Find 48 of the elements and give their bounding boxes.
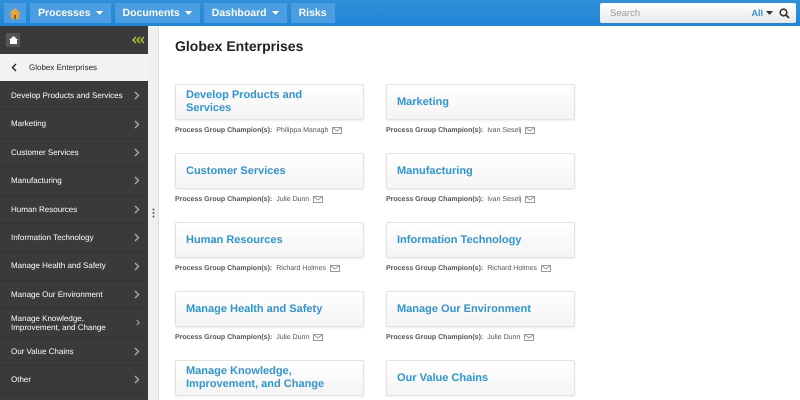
chevron-left-icon [11,63,17,72]
caret-icon [184,11,192,15]
process-group-card[interactable]: Marketing [386,84,575,120]
process-group-card[interactable]: Customer Services [175,153,364,189]
caret-icon [766,11,773,15]
process-group-card[interactable]: Information Technology [386,222,575,258]
chevron-right-icon [134,176,140,186]
nav-menu[interactable]: Risks [290,3,335,23]
nav-menu[interactable]: Documents [114,3,200,23]
nav-menu[interactable]: Dashboard [204,3,287,23]
caret-icon [96,11,103,15]
envelope-icon[interactable] [313,334,324,341]
search-field[interactable]: Search All [600,3,796,23]
nav-menu[interactable]: Processes [30,3,111,23]
collapse-icon[interactable] [132,36,146,44]
chevron-right-icon [134,120,140,129]
house-icon [8,6,22,20]
chevron-right-icon [134,262,140,271]
search-icon[interactable] [779,8,790,18]
process-group-card[interactable]: Develop Products and Services [175,84,364,120]
chevron-right-icon [134,375,140,384]
caret-icon [272,11,279,15]
house-icon [8,36,18,44]
envelope-icon[interactable] [525,196,536,203]
chevron-right-icon [134,290,140,299]
page-title: Globex Enterprises [175,38,304,54]
envelope-icon[interactable] [525,127,536,134]
process-group-card[interactable]: Human Resources [175,222,364,258]
process-group-card[interactable]: Manage Our Environment [386,291,575,327]
sidebar-item[interactable]: Globex Enterprises [0,54,148,82]
envelope-icon[interactable] [330,265,340,272]
chevron-right-icon [134,233,140,242]
chevron-right-icon [134,346,140,356]
envelope-icon[interactable] [524,334,534,341]
chevron-right-icon [134,148,140,157]
process-group-card[interactable]: Our Value Chains [386,360,575,396]
chevron-right-icon [136,318,140,328]
resize-handle-icon[interactable] [152,208,154,218]
envelope-icon[interactable] [313,196,324,203]
chevron-right-icon [134,91,140,100]
envelope-icon[interactable] [541,265,552,272]
process-group-card[interactable]: Manage Health and Safety [175,291,364,327]
home-button[interactable] [6,33,20,47]
chevron-right-icon [134,204,140,214]
search-scope-dropdown[interactable]: All [751,8,773,18]
process-group-card[interactable]: Manage Knowledge, Improvement, and Change [175,360,364,396]
process-group-card[interactable]: Manufacturing [386,153,575,189]
envelope-icon[interactable] [332,127,342,134]
